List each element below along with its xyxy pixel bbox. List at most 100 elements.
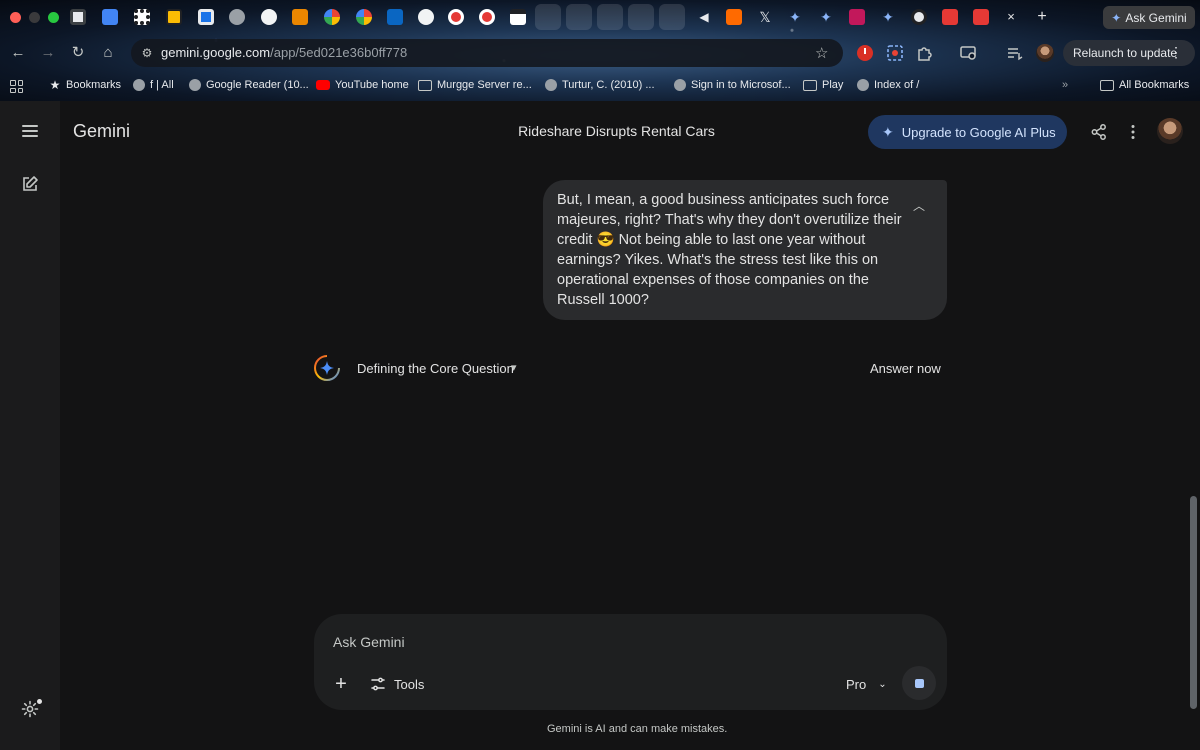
stop-generation-button[interactable] bbox=[902, 666, 936, 700]
tab-favicon[interactable] bbox=[70, 9, 86, 25]
tab-favicon-x[interactable]: 𝕏 bbox=[757, 9, 773, 25]
upgrade-label: Upgrade to Google AI Plus bbox=[901, 124, 1056, 140]
bookmark-label: f | All bbox=[150, 79, 174, 91]
hamburger-menu-icon[interactable] bbox=[22, 125, 38, 137]
relaunch-to-update-button[interactable]: Relaunch to update ⋮ bbox=[1063, 40, 1195, 66]
tab-favicon-gemini[interactable]: ✦ bbox=[818, 9, 834, 25]
new-chat-edit-icon[interactable] bbox=[21, 175, 39, 193]
tab-favicon[interactable] bbox=[448, 9, 464, 25]
more-bookmarks-icon[interactable]: » bbox=[1062, 79, 1068, 91]
all-bookmarks-label: All Bookmarks bbox=[1119, 79, 1190, 91]
ask-gemini-button[interactable]: ✦ Ask Gemini bbox=[1103, 6, 1195, 29]
tab-favicon[interactable] bbox=[973, 9, 989, 25]
tab-favicon[interactable] bbox=[134, 9, 150, 25]
browser-toolbar: ← → ↻ ⌂ ⚙ gemini.google.com/app/5ed021e3… bbox=[0, 35, 1200, 71]
profile-avatar[interactable] bbox=[1036, 44, 1054, 62]
new-tab-button[interactable]: + bbox=[1033, 8, 1051, 26]
tab-favicon[interactable] bbox=[510, 9, 526, 25]
tab-gemini[interactable] bbox=[566, 4, 592, 30]
tab-favicon-globe[interactable] bbox=[229, 9, 245, 25]
user-message-text: But, I mean, a good business anticipates… bbox=[557, 192, 902, 308]
chat-main: Gemini Rideshare Disrupts Rental Cars ✦ … bbox=[60, 101, 1200, 750]
folder-icon bbox=[803, 79, 817, 91]
bookmark-label: Murgge Server re... bbox=[437, 79, 532, 91]
relaunch-label: Relaunch to update bbox=[1073, 46, 1178, 60]
bookmark-item[interactable]: Sign in to Microsof... bbox=[674, 79, 791, 91]
thinking-status-label[interactable]: Defining the Core Question bbox=[357, 361, 514, 376]
tab-favicon-docs[interactable] bbox=[102, 9, 118, 25]
bookmark-label: Sign in to Microsof... bbox=[691, 79, 791, 91]
tools-button[interactable]: Tools bbox=[370, 674, 424, 694]
prompt-input[interactable] bbox=[333, 634, 893, 650]
tab-favicon-google[interactable] bbox=[324, 9, 340, 25]
settings-gear-icon[interactable] bbox=[21, 700, 39, 718]
more-options-icon[interactable] bbox=[1124, 123, 1142, 141]
tab-favicon-google[interactable] bbox=[911, 9, 927, 25]
address-url[interactable]: gemini.google.com/app/5ed021e36b0ff778 bbox=[161, 45, 407, 60]
globe-icon bbox=[189, 79, 201, 91]
bookmark-item[interactable]: Turtur, C. (2010) ... bbox=[545, 79, 655, 91]
all-bookmarks-button[interactable]: All Bookmarks bbox=[1100, 79, 1189, 91]
tab-favicon[interactable] bbox=[942, 9, 958, 25]
bookmarks-bar: ★ Bookmarks f | All Google Reader (10... … bbox=[0, 71, 1200, 101]
upgrade-button[interactable]: ✦ Upgrade to Google AI Plus bbox=[868, 115, 1067, 149]
tab-favicon[interactable] bbox=[849, 9, 865, 25]
bookmark-item[interactable]: Murgge Server re... bbox=[418, 79, 532, 91]
globe-icon bbox=[857, 79, 869, 91]
window-minimize-button[interactable] bbox=[29, 12, 40, 23]
bookmark-item[interactable]: Index of / bbox=[857, 79, 919, 91]
chevron-up-icon[interactable]: ︿ bbox=[913, 196, 925, 216]
tab-favicon-gemini[interactable]: ✦ bbox=[787, 9, 803, 25]
tab-favicon[interactable] bbox=[292, 9, 308, 25]
globe-icon bbox=[674, 79, 686, 91]
reload-icon[interactable]: ↻ bbox=[68, 43, 88, 63]
tab-favicon[interactable] bbox=[726, 9, 742, 25]
tab-favicon[interactable] bbox=[479, 9, 495, 25]
tab-favicon-linkedin[interactable] bbox=[387, 9, 403, 25]
bookmark-item[interactable]: ★ Bookmarks bbox=[49, 79, 121, 91]
tab-favicon[interactable] bbox=[198, 9, 214, 25]
bookmark-label: Index of / bbox=[874, 79, 920, 91]
tab-gemini[interactable] bbox=[628, 4, 654, 30]
share-icon[interactable] bbox=[1090, 123, 1108, 141]
tab-google[interactable] bbox=[659, 4, 685, 30]
address-bar[interactable]: ⚙ gemini.google.com/app/5ed021e36b0ff778… bbox=[131, 39, 843, 67]
close-tab-icon[interactable]: × bbox=[1003, 8, 1019, 26]
add-attachment-plus-icon[interactable]: + bbox=[331, 674, 351, 694]
bookmark-star-icon[interactable]: ☆ bbox=[815, 44, 828, 62]
bookmark-label: Play bbox=[822, 79, 844, 91]
chevron-down-icon[interactable]: ▾ bbox=[511, 361, 517, 374]
bookmark-item[interactable]: Play bbox=[803, 79, 843, 91]
page-scrollbar[interactable] bbox=[1190, 496, 1197, 709]
puzzle-extensions-icon[interactable] bbox=[916, 44, 934, 62]
tab-gemini[interactable] bbox=[535, 4, 561, 30]
home-icon[interactable]: ⌂ bbox=[98, 43, 118, 63]
folder-icon bbox=[1100, 79, 1114, 91]
tab-favicon[interactable] bbox=[261, 9, 277, 25]
tab-favicon-google[interactable] bbox=[356, 9, 372, 25]
kebab-menu-icon[interactable]: ⋮ bbox=[1169, 44, 1183, 61]
site-settings-icon[interactable]: ⚙ bbox=[139, 45, 155, 61]
screenshot-extension-icon[interactable] bbox=[886, 44, 904, 62]
tab-favicon-gemini[interactable]: ✦ bbox=[880, 9, 896, 25]
answer-now-button[interactable]: Answer now bbox=[870, 361, 941, 376]
back-arrow-icon[interactable]: ← bbox=[8, 43, 28, 63]
speaker-icon[interactable]: ◀ bbox=[696, 9, 712, 25]
tab-favicon[interactable] bbox=[418, 9, 434, 25]
tab-favicon[interactable] bbox=[166, 9, 182, 25]
window-maximize-button[interactable] bbox=[48, 12, 59, 23]
sparkle-icon: ✦ bbox=[882, 123, 894, 140]
model-selector[interactable]: Pro ⌄ bbox=[846, 674, 887, 694]
media-queue-icon[interactable] bbox=[1006, 44, 1024, 62]
cast-search-icon[interactable] bbox=[960, 44, 978, 62]
bookmark-item[interactable]: f | All bbox=[133, 79, 174, 91]
tab-google[interactable] bbox=[597, 4, 623, 30]
window-close-button[interactable] bbox=[10, 12, 21, 23]
extension-icon[interactable] bbox=[856, 44, 874, 62]
bookmark-item[interactable]: Google Reader (10... bbox=[189, 79, 309, 91]
account-avatar[interactable] bbox=[1157, 118, 1183, 144]
globe-icon bbox=[545, 79, 557, 91]
forward-arrow-icon[interactable]: → bbox=[38, 43, 58, 63]
side-rail bbox=[0, 101, 60, 750]
bookmark-item[interactable]: YouTube home bbox=[316, 79, 409, 91]
